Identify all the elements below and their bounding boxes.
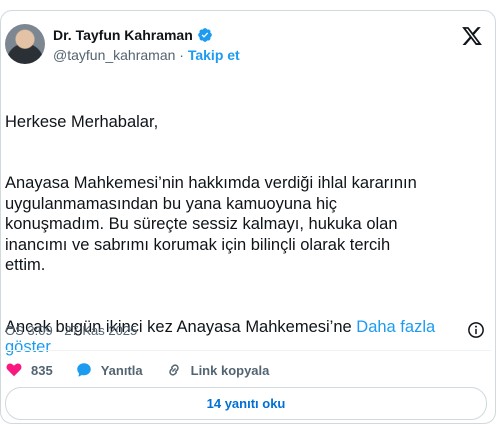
link-icon xyxy=(168,364,179,376)
handle-row: @tayfun_kahraman · Takip et xyxy=(53,47,240,63)
avatar[interactable] xyxy=(5,24,45,64)
read-replies-button[interactable]: 14 yanıtı oku xyxy=(5,387,487,420)
reply-icon xyxy=(76,363,91,377)
action-bar: 835 Yanıtla Link kopyala xyxy=(5,361,291,379)
like-button[interactable]: 835 xyxy=(5,361,53,379)
heart-icon xyxy=(6,363,22,377)
copy-link-button[interactable]: Link kopyala xyxy=(165,361,270,379)
reply-label: Yanıtla xyxy=(100,362,143,378)
author-handle[interactable]: @tayfun_kahraman xyxy=(53,47,175,63)
x-logo-icon[interactable] xyxy=(461,25,483,47)
verified-icon xyxy=(197,28,212,42)
tweet-paragraph: Anayasa Mahkemesi’nin hakkımda verdiği i… xyxy=(5,174,417,274)
reply-button[interactable]: Yanıtla xyxy=(75,361,143,379)
follow-button[interactable]: Takip et xyxy=(188,47,240,63)
like-count: 835 xyxy=(31,362,53,378)
separator-dot: · xyxy=(179,47,184,63)
info-icon[interactable] xyxy=(467,321,485,339)
author-name[interactable]: Dr. Tayfun Kahraman xyxy=(53,27,193,43)
copy-link-label: Link kopyala xyxy=(190,362,270,378)
tweet-paragraph: Herkese Merhabalar, xyxy=(5,112,159,131)
tweet-timestamp[interactable]: ÖS 3:09 · 27 Kas 2025 xyxy=(5,323,137,338)
divider xyxy=(5,350,491,351)
tweet-card: Dr. Tayfun Kahraman @tayfun_kahraman · T… xyxy=(0,10,496,424)
tweet-text: Herkese Merhabalar, Anayasa Mahkemesi’ni… xyxy=(5,91,485,399)
author-name-row[interactable]: Dr. Tayfun Kahraman xyxy=(53,27,213,43)
